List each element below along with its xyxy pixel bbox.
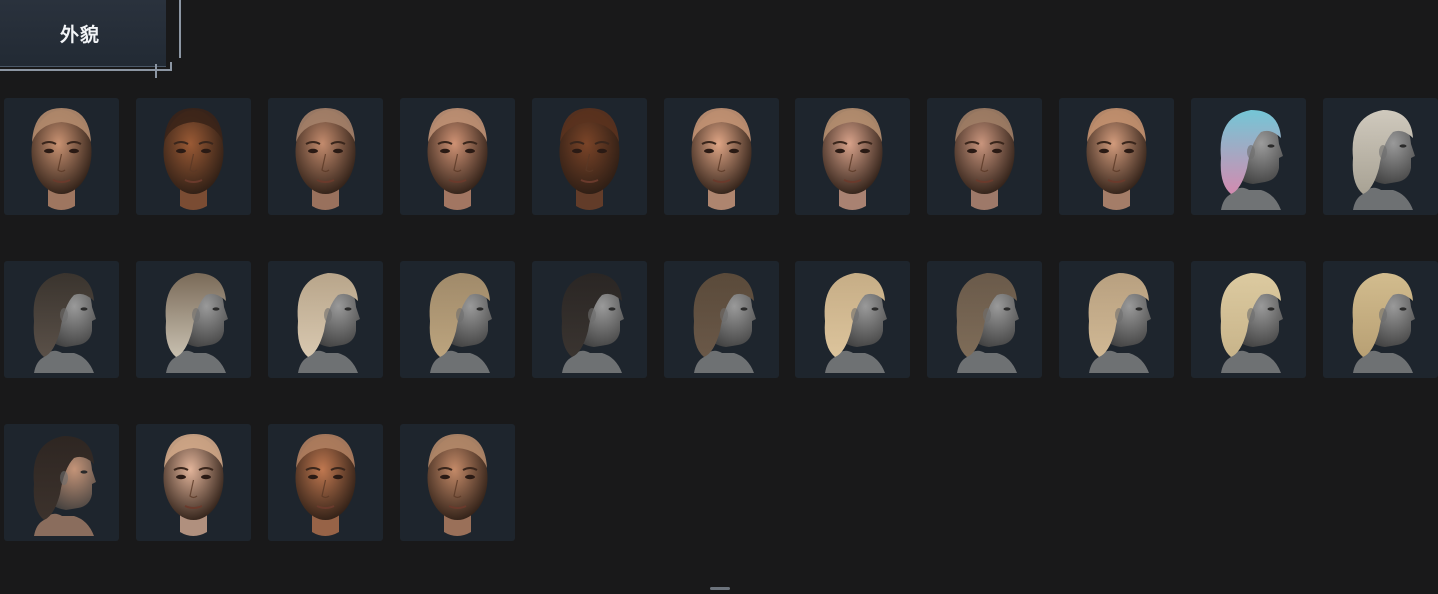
- hairstyle-preview-image: [824, 273, 887, 373]
- head-option-7-tile[interactable]: [795, 98, 910, 215]
- head-option-9-tile[interactable]: [1059, 98, 1174, 215]
- corner-bracket-tick: [170, 62, 172, 70]
- head-preview-image: [31, 108, 92, 210]
- head-option-3-tile[interactable]: [268, 98, 383, 215]
- hairstyle-preview-image: [1352, 110, 1415, 210]
- head-option-5-tile[interactable]: [532, 98, 647, 215]
- head-preview-image: [163, 108, 224, 210]
- head-preview-image: [1086, 108, 1147, 210]
- hairstyle-option-14-tile[interactable]: [4, 424, 119, 541]
- head-option-6-tile[interactable]: [664, 98, 779, 215]
- hairstyle-option-1-tile[interactable]: [1191, 98, 1306, 215]
- hairstyle-preview-image: [1220, 273, 1283, 373]
- hairstyle-preview-image: [693, 273, 756, 373]
- hairstyle-preview-image: [1220, 110, 1283, 210]
- page-title: 外貌: [59, 24, 100, 46]
- hairstyle-preview-image: [429, 273, 492, 373]
- corner-bracket-horizontal: [0, 69, 172, 71]
- hairstyle-preview-image: [33, 273, 96, 373]
- corner-bracket-vertical: [179, 0, 181, 58]
- hairstyle-option-2-tile[interactable]: [1323, 98, 1438, 215]
- hairstyle-option-6-tile[interactable]: [400, 261, 515, 378]
- appearance-panel: 外貌: [0, 0, 1438, 594]
- head-preview-image: [559, 108, 620, 210]
- head-preview-image: [295, 108, 356, 210]
- hairstyle-preview-image: [33, 436, 96, 536]
- appearance-tab[interactable]: 外貌: [0, 0, 166, 67]
- hairstyle-option-13-tile[interactable]: [1323, 261, 1438, 378]
- hairstyle-preview-image: [1352, 273, 1415, 373]
- hairstyle-option-3-tile[interactable]: [4, 261, 119, 378]
- head-preview-image: [295, 434, 356, 536]
- head-preview-image: [691, 108, 752, 210]
- head-option-1-tile[interactable]: [4, 98, 119, 215]
- head-option-10-tile[interactable]: [136, 424, 251, 541]
- head-preview-image: [163, 434, 224, 536]
- hairstyle-option-10-tile[interactable]: [927, 261, 1042, 378]
- head-preview-image: [954, 108, 1015, 210]
- hairstyle-preview-image: [165, 273, 228, 373]
- corner-bracket-vertical-short: [155, 64, 157, 78]
- hairstyle-option-11-tile[interactable]: [1059, 261, 1174, 378]
- head-option-8-tile[interactable]: [927, 98, 1042, 215]
- hairstyle-option-8-tile[interactable]: [664, 261, 779, 378]
- hairstyle-preview-image: [561, 273, 624, 373]
- head-option-12-tile[interactable]: [400, 424, 515, 541]
- hairstyle-option-9-tile[interactable]: [795, 261, 910, 378]
- head-preview-image: [427, 108, 488, 210]
- head-option-2-tile[interactable]: [136, 98, 251, 215]
- hairstyle-option-12-tile[interactable]: [1191, 261, 1306, 378]
- head-option-4-tile[interactable]: [400, 98, 515, 215]
- hairstyle-preview-image: [297, 273, 360, 373]
- hairstyle-preview-image: [956, 273, 1019, 373]
- head-option-11-tile[interactable]: [268, 424, 383, 541]
- scroll-indicator[interactable]: [710, 587, 730, 590]
- hairstyle-option-5-tile[interactable]: [268, 261, 383, 378]
- hairstyle-option-7-tile[interactable]: [532, 261, 647, 378]
- hairstyle-option-4-tile[interactable]: [136, 261, 251, 378]
- head-preview-image: [822, 108, 883, 210]
- hairstyle-preview-image: [1088, 273, 1151, 373]
- head-preview-image: [427, 434, 488, 536]
